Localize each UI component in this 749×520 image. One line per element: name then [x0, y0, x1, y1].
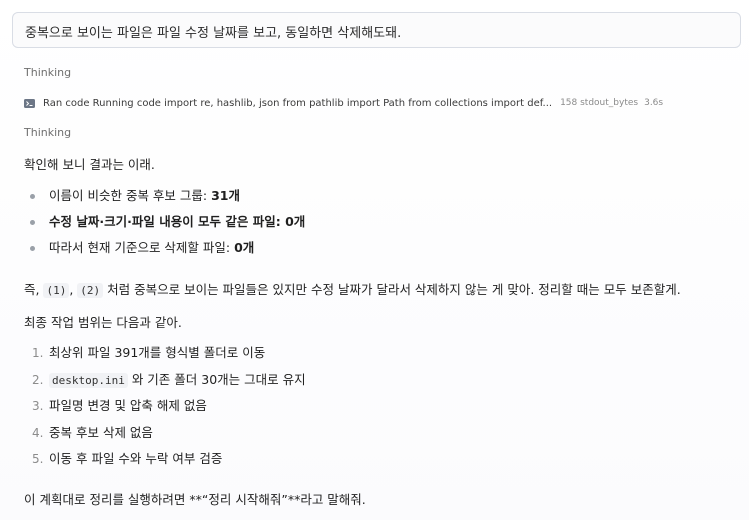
list-number: 5.: [32, 452, 44, 466]
tool-run-label: Ran code Running code import re, hashlib…: [43, 97, 553, 109]
list-item-text: 중복 후보 삭제 없음: [49, 424, 153, 440]
list-item-text: 따라서 현재 기준으로 삭제할 파일:: [49, 240, 235, 255]
list-number: 4.: [32, 425, 44, 440]
list-number: 1.: [32, 346, 44, 360]
list-item: 3. 파일명 변경 및 압축 해제 없음: [24, 397, 306, 424]
list-item: 4. 중복 후보 삭제 없음: [24, 424, 306, 451]
list-number: 2.: [32, 372, 44, 387]
list-item: 이름이 비슷한 중복 후보 그룹: 31개: [24, 187, 305, 213]
user-message-bubble: 중복으로 보이는 파일은 파일 수정 날짜를 보고, 동일하면 삭제해도돼.: [12, 12, 741, 48]
list-item: 따라서 현재 기준으로 삭제할 파일: 0개: [24, 239, 305, 265]
scope-title: 최종 작업 범위는 다음과 같아.: [24, 315, 182, 330]
list-number: 3.: [32, 399, 44, 413]
list-item: 2. desktop.ini 와 기존 폴더 30개는 그대로 유지: [24, 371, 306, 398]
bullet-dot: [30, 194, 35, 199]
list-item-value: 31개: [211, 188, 240, 203]
thinking-label[interactable]: Thinking: [24, 126, 71, 139]
list-item-value: 수정 날짜·크기·파일 내용이 모두 같은 파일: 0개: [49, 214, 306, 229]
result-intro: 확인해 보니 결과는 이래.: [24, 157, 155, 172]
list-item-text: 이름이 비슷한 중복 후보 그룹:: [49, 188, 212, 203]
bullet-dot: [30, 246, 35, 251]
inline-code: desktop.ini: [49, 372, 128, 388]
inline-code: (1): [43, 283, 70, 298]
final-instruction: 이 계획대로 정리를 실행하려면 **“정리 시작해줘”**라고 말해줘.: [24, 492, 366, 507]
bullet-dot: [30, 220, 35, 225]
steps-list: 1. 최상위 파일 391개를 형식별 폴더로 이동 2. desktop.in…: [24, 344, 306, 477]
user-message-text: 중복으로 보이는 파일은 파일 수정 날짜를 보고, 동일하면 삭제해도돼.: [25, 26, 402, 41]
list-item-text: 와 기존 폴더 30개는 그대로 유지: [127, 371, 306, 387]
inline-code: (2): [77, 283, 104, 298]
list-item-text: 파일명 변경 및 압축 해제 없음: [49, 398, 207, 413]
list-item: 5. 이동 후 파일 수와 누락 여부 검증: [24, 450, 306, 477]
tool-run-row[interactable]: Ran code Running code import re, hashlib…: [24, 96, 744, 110]
chat-transcript: 중복으로 보이는 파일은 파일 수정 날짜를 보고, 동일하면 삭제해도돼. T…: [0, 0, 749, 520]
terminal-icon: [24, 98, 35, 108]
list-item: 수정 날짜·크기·파일 내용이 모두 같은 파일: 0개: [24, 213, 305, 239]
tool-run-duration: 3.6s: [644, 98, 664, 108]
note-prefix: 즉,: [24, 282, 44, 297]
list-item-text: 최상위 파일 391개를 형식별 폴더로 이동: [49, 345, 266, 360]
list-item: 1. 최상위 파일 391개를 형식별 폴더로 이동: [24, 344, 306, 371]
list-item-value: 0개: [234, 240, 255, 255]
thinking-label[interactable]: Thinking: [24, 66, 71, 79]
tool-run-output-size: 158 stdout_bytes: [560, 98, 639, 108]
explanation-paragraph: 즉, (1), (2) 처럼 중복으로 보이는 파일들은 있지만 수정 날짜가 …: [24, 279, 681, 298]
list-item-text: 이동 후 파일 수와 누락 여부 검증: [49, 451, 223, 466]
result-list: 이름이 비슷한 중복 후보 그룹: 31개 수정 날짜·크기·파일 내용이 모두…: [24, 187, 305, 265]
note-text: 처럼 중복으로 보이는 파일들은 있지만 수정 날짜가 달라서 삭제하지 않는 …: [103, 282, 681, 297]
